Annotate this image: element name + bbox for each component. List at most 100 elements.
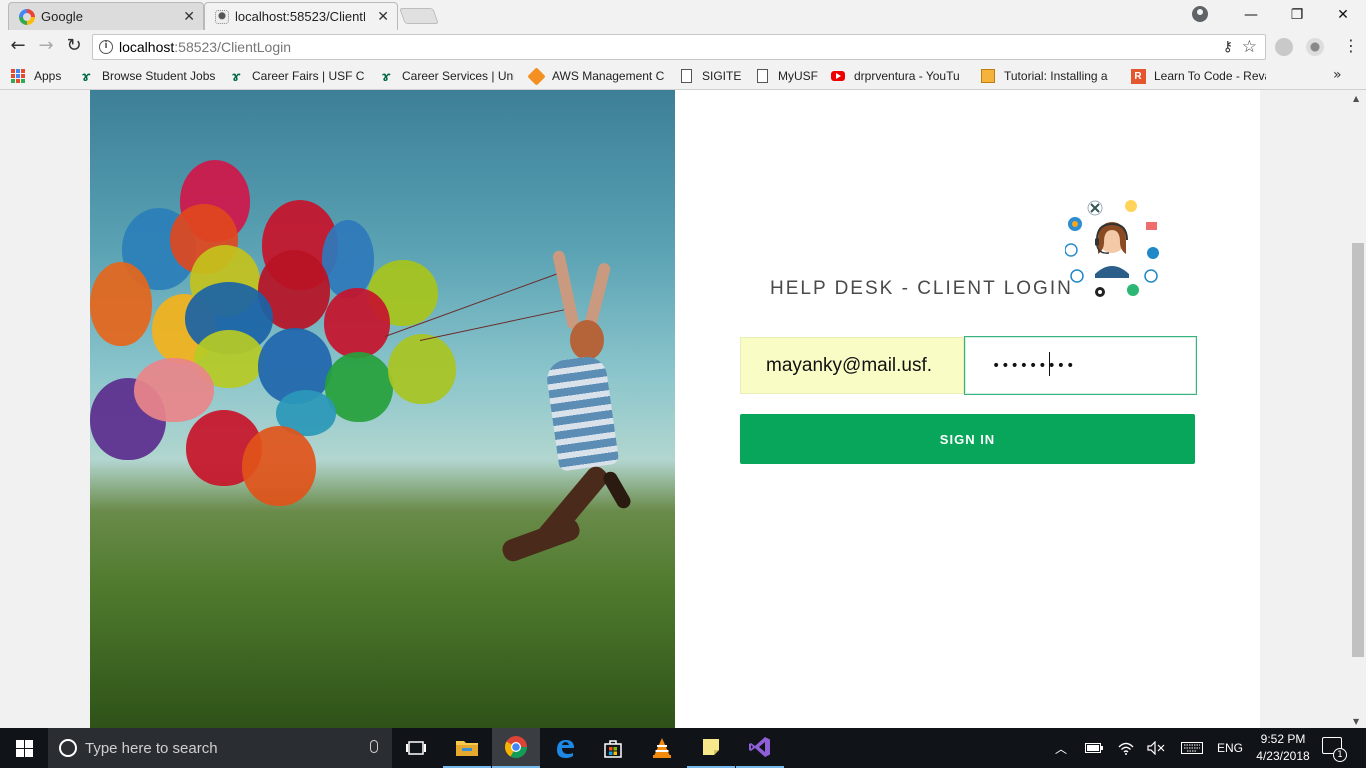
bookmark-item[interactable]: MyUSF [754, 67, 820, 85]
keyboard-icon[interactable] [1178, 728, 1206, 768]
clock-time: 9:52 PM [1260, 732, 1306, 746]
document-icon [754, 68, 770, 84]
more-bookmarks-icon[interactable]: » [1333, 67, 1342, 83]
bookmark-item[interactable]: ɤ Career Services | Uni [378, 67, 514, 85]
hero-image-balloons [90, 90, 675, 728]
notification-count-badge: 1 [1333, 748, 1347, 762]
bookmark-label: Career Services | Uni [402, 69, 514, 83]
bookmark-item[interactable]: SIGITE [678, 67, 742, 85]
kid-leg [600, 469, 634, 511]
bookmark-item[interactable]: ɤ Career Fairs | USF Ca [228, 67, 364, 85]
edge-icon [557, 740, 574, 758]
task-view-icon [406, 741, 426, 755]
bookmark-star-icon[interactable]: ☆ [1242, 37, 1257, 57]
new-tab-button[interactable] [399, 8, 439, 24]
kid-leg [499, 515, 583, 565]
wifi-icon[interactable] [1114, 728, 1138, 768]
info-icon[interactable]: i [99, 40, 113, 54]
balloon [134, 358, 214, 422]
bookmark-item[interactable]: Tutorial: Installing a [980, 67, 1116, 85]
url-text[interactable]: localhost:58523/ClientLogin [119, 39, 291, 55]
kid-arm [551, 249, 581, 331]
window-controls: — ❐ ✕ [1228, 0, 1366, 30]
key-icon[interactable]: ⚷ [1223, 39, 1233, 55]
back-icon[interactable]: ← [8, 36, 28, 56]
text-caret [1049, 352, 1050, 376]
aws-icon [528, 67, 546, 85]
scroll-down-arrow-icon[interactable]: ▼ [1353, 717, 1359, 726]
close-tab-icon[interactable]: ✕ [377, 9, 389, 25]
login-form-panel: HELP DESK - CLIENT LOGIN mayanky@mail.us… [675, 90, 1260, 728]
bookmark-item[interactable]: drprventura - YouTu [830, 67, 966, 85]
apps-grid-icon [10, 68, 26, 84]
usf-bull-icon: ɤ [231, 68, 241, 84]
windows-logo-icon [15, 739, 33, 757]
volume-muted-icon[interactable] [1144, 728, 1168, 768]
chrome-menu-icon[interactable]: ⋮ [1343, 36, 1359, 55]
taskbar-search-box[interactable]: Type here to search [48, 728, 392, 768]
edge-taskbar-button[interactable] [541, 728, 589, 768]
balloon [242, 426, 316, 506]
browser-toolbar: ← → ↻ i localhost:58523/ClientLogin ⚷ ☆ … [0, 30, 1366, 63]
folder-icon [456, 741, 478, 756]
bookmark-label: Browse Student Jobs [102, 69, 216, 83]
restore-button[interactable]: ❐ [1274, 0, 1320, 30]
sign-in-button[interactable]: SIGN IN [740, 414, 1195, 464]
input-language[interactable]: ENG [1212, 728, 1248, 768]
bookmark-label: MyUSF [778, 69, 818, 83]
scrollbar-thumb[interactable] [1352, 243, 1364, 657]
minimize-button[interactable]: — [1228, 0, 1274, 30]
url-host: localhost [119, 39, 175, 55]
revature-r-icon: R [1130, 68, 1146, 84]
store-taskbar-button[interactable] [589, 728, 637, 768]
close-tab-icon[interactable]: ✕ [183, 9, 195, 25]
box-icon [980, 68, 996, 84]
page-title: HELP DESK - CLIENT LOGIN [770, 278, 1073, 299]
bookmark-item[interactable]: AWS Management C [528, 67, 664, 85]
extension-icon[interactable] [1306, 38, 1324, 56]
file-explorer-button[interactable] [443, 728, 491, 768]
tab-client-login[interactable]: localhost:58523/ClientLogin ✕ [204, 2, 398, 30]
profile-icon[interactable] [1192, 6, 1208, 22]
system-clock[interactable]: 9:52 PM 4/23/2018 [1252, 731, 1314, 765]
google-g-icon [19, 8, 35, 25]
battery-icon[interactable] [1082, 728, 1106, 768]
helpdesk-agent-logo [1065, 200, 1159, 297]
chrome-taskbar-button[interactable] [492, 728, 540, 768]
search-placeholder: Type here to search [85, 739, 218, 757]
chrome-icon [505, 736, 527, 758]
balloon-string [419, 308, 567, 341]
scroll-up-arrow-icon[interactable]: ▲ [1353, 94, 1359, 103]
page-scrollbar[interactable]: ▲ ▼ [1350, 90, 1366, 728]
show-hidden-icons-chevron-icon[interactable]: ︿ [1050, 728, 1072, 768]
reload-icon[interactable]: ↻ [64, 36, 84, 56]
address-bar[interactable]: i localhost:58523/ClientLogin ⚷ ☆ [92, 34, 1266, 60]
start-button[interactable] [0, 728, 48, 768]
forward-icon[interactable]: → [36, 36, 56, 56]
bookmark-item[interactable]: ɤ Browse Student Jobs [78, 67, 216, 85]
kid-body [544, 354, 620, 472]
document-icon [678, 68, 694, 84]
bookmark-item[interactable]: R Learn To Code - Reva [1130, 67, 1266, 85]
browser-tab-strip: Google ✕ localhost:58523/ClientLogin ✕ —… [0, 0, 1366, 30]
balloon [388, 334, 456, 404]
email-field[interactable] [740, 337, 964, 394]
bookmark-label: AWS Management C [552, 69, 664, 83]
bookmark-label: drprventura - YouTu [854, 69, 960, 83]
cortana-icon [59, 739, 77, 757]
kid-head [570, 320, 604, 360]
vlc-taskbar-button[interactable] [638, 728, 686, 768]
tab-google[interactable]: Google ✕ [8, 2, 204, 30]
visual-studio-taskbar-button[interactable] [736, 728, 784, 768]
login-page: HELP DESK - CLIENT LOGIN mayanky@mail.us… [90, 90, 1260, 728]
extension-icon[interactable] [1275, 38, 1293, 56]
password-field[interactable] [964, 336, 1197, 395]
sticky-notes-taskbar-button[interactable] [687, 728, 735, 768]
page-viewport: HELP DESK - CLIENT LOGIN mayanky@mail.us… [0, 90, 1350, 728]
close-window-button[interactable]: ✕ [1320, 0, 1366, 30]
bookmark-apps[interactable]: Apps [10, 67, 68, 85]
microphone-icon[interactable] [370, 740, 378, 753]
visual-studio-icon [749, 737, 770, 757]
task-view-button[interactable] [392, 728, 440, 768]
tab-label: localhost:58523/ClientLogin [235, 9, 365, 24]
